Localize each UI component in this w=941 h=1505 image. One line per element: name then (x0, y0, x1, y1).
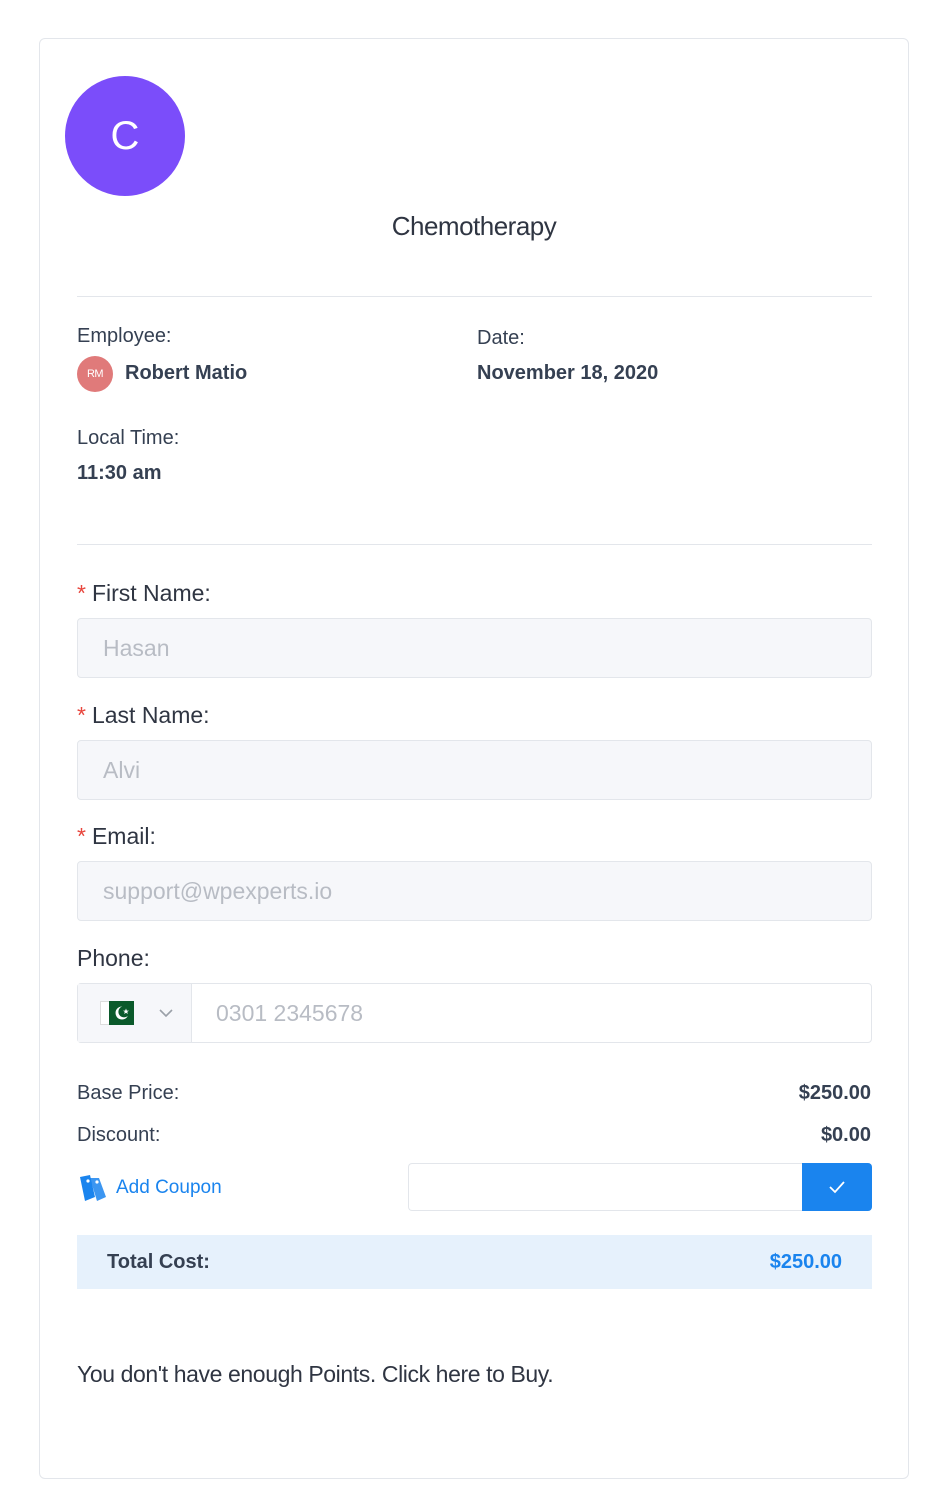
first-name-label-text: First Name: (91, 580, 211, 606)
base-price-value: $250.00 (798, 1082, 871, 1104)
add-coupon-link[interactable]: Add Coupon (77, 1173, 222, 1203)
employee-initials: RM (86, 368, 104, 380)
check-icon (829, 1181, 845, 1194)
employee-avatar: RM (77, 356, 113, 392)
pakistan-flag-icon (100, 1001, 134, 1025)
date-label: Date: (477, 327, 525, 349)
booking-card: C Chemotherapy Employee: RM Robert Matio… (39, 38, 909, 1479)
total-cost-bar: Total Cost: $250.00 (77, 1235, 872, 1289)
apply-coupon-button[interactable] (802, 1163, 872, 1211)
country-selector[interactable] (78, 984, 192, 1042)
required-marker: * (77, 702, 86, 728)
email-label: * Email: (77, 823, 156, 850)
email-label-text: Email: (91, 823, 156, 849)
chevron-down-icon (159, 1009, 173, 1018)
phone-input[interactable]: 0301 2345678 (192, 984, 871, 1042)
required-marker: * (77, 580, 86, 606)
discount-label: Discount: (77, 1124, 161, 1146)
service-avatar: C (65, 76, 185, 196)
employee-label: Employee: (77, 325, 172, 347)
local-time-label: Local Time: (77, 427, 180, 449)
phone-placeholder: 0301 2345678 (216, 999, 364, 1026)
date-value: November 18, 2020 (477, 362, 659, 384)
last-name-input[interactable]: Alvi (77, 740, 872, 800)
divider (77, 544, 872, 545)
first-name-placeholder: Hasan (103, 634, 170, 661)
first-name-input[interactable]: Hasan (77, 618, 872, 678)
buy-points-link[interactable]: You don't have enough Points. Click here… (77, 1361, 554, 1388)
first-name-label: * First Name: (77, 580, 211, 607)
phone-field: 0301 2345678 (77, 983, 872, 1043)
last-name-placeholder: Alvi (103, 756, 141, 783)
local-time-value: 11:30 am (77, 462, 162, 484)
email-input[interactable]: support@wpexperts.io (77, 861, 872, 921)
required-marker: * (77, 823, 86, 849)
last-name-label-text: Last Name: (91, 702, 210, 728)
email-placeholder: support@wpexperts.io (103, 877, 333, 904)
divider (77, 296, 872, 297)
coupon-input[interactable] (408, 1163, 803, 1211)
last-name-label: * Last Name: (77, 702, 210, 729)
service-title: Chemotherapy (391, 211, 557, 241)
phone-label: Phone: (77, 945, 150, 971)
base-price-label: Base Price: (77, 1082, 180, 1104)
total-cost-label: Total Cost: (107, 1250, 210, 1273)
service-avatar-letter: C (110, 113, 140, 158)
total-cost-value: $250.00 (769, 1250, 842, 1273)
employee-name: Robert Matio (125, 362, 248, 384)
coupon-icon (80, 1175, 106, 1201)
add-coupon-label: Add Coupon (116, 1177, 222, 1198)
discount-value: $0.00 (820, 1124, 871, 1146)
